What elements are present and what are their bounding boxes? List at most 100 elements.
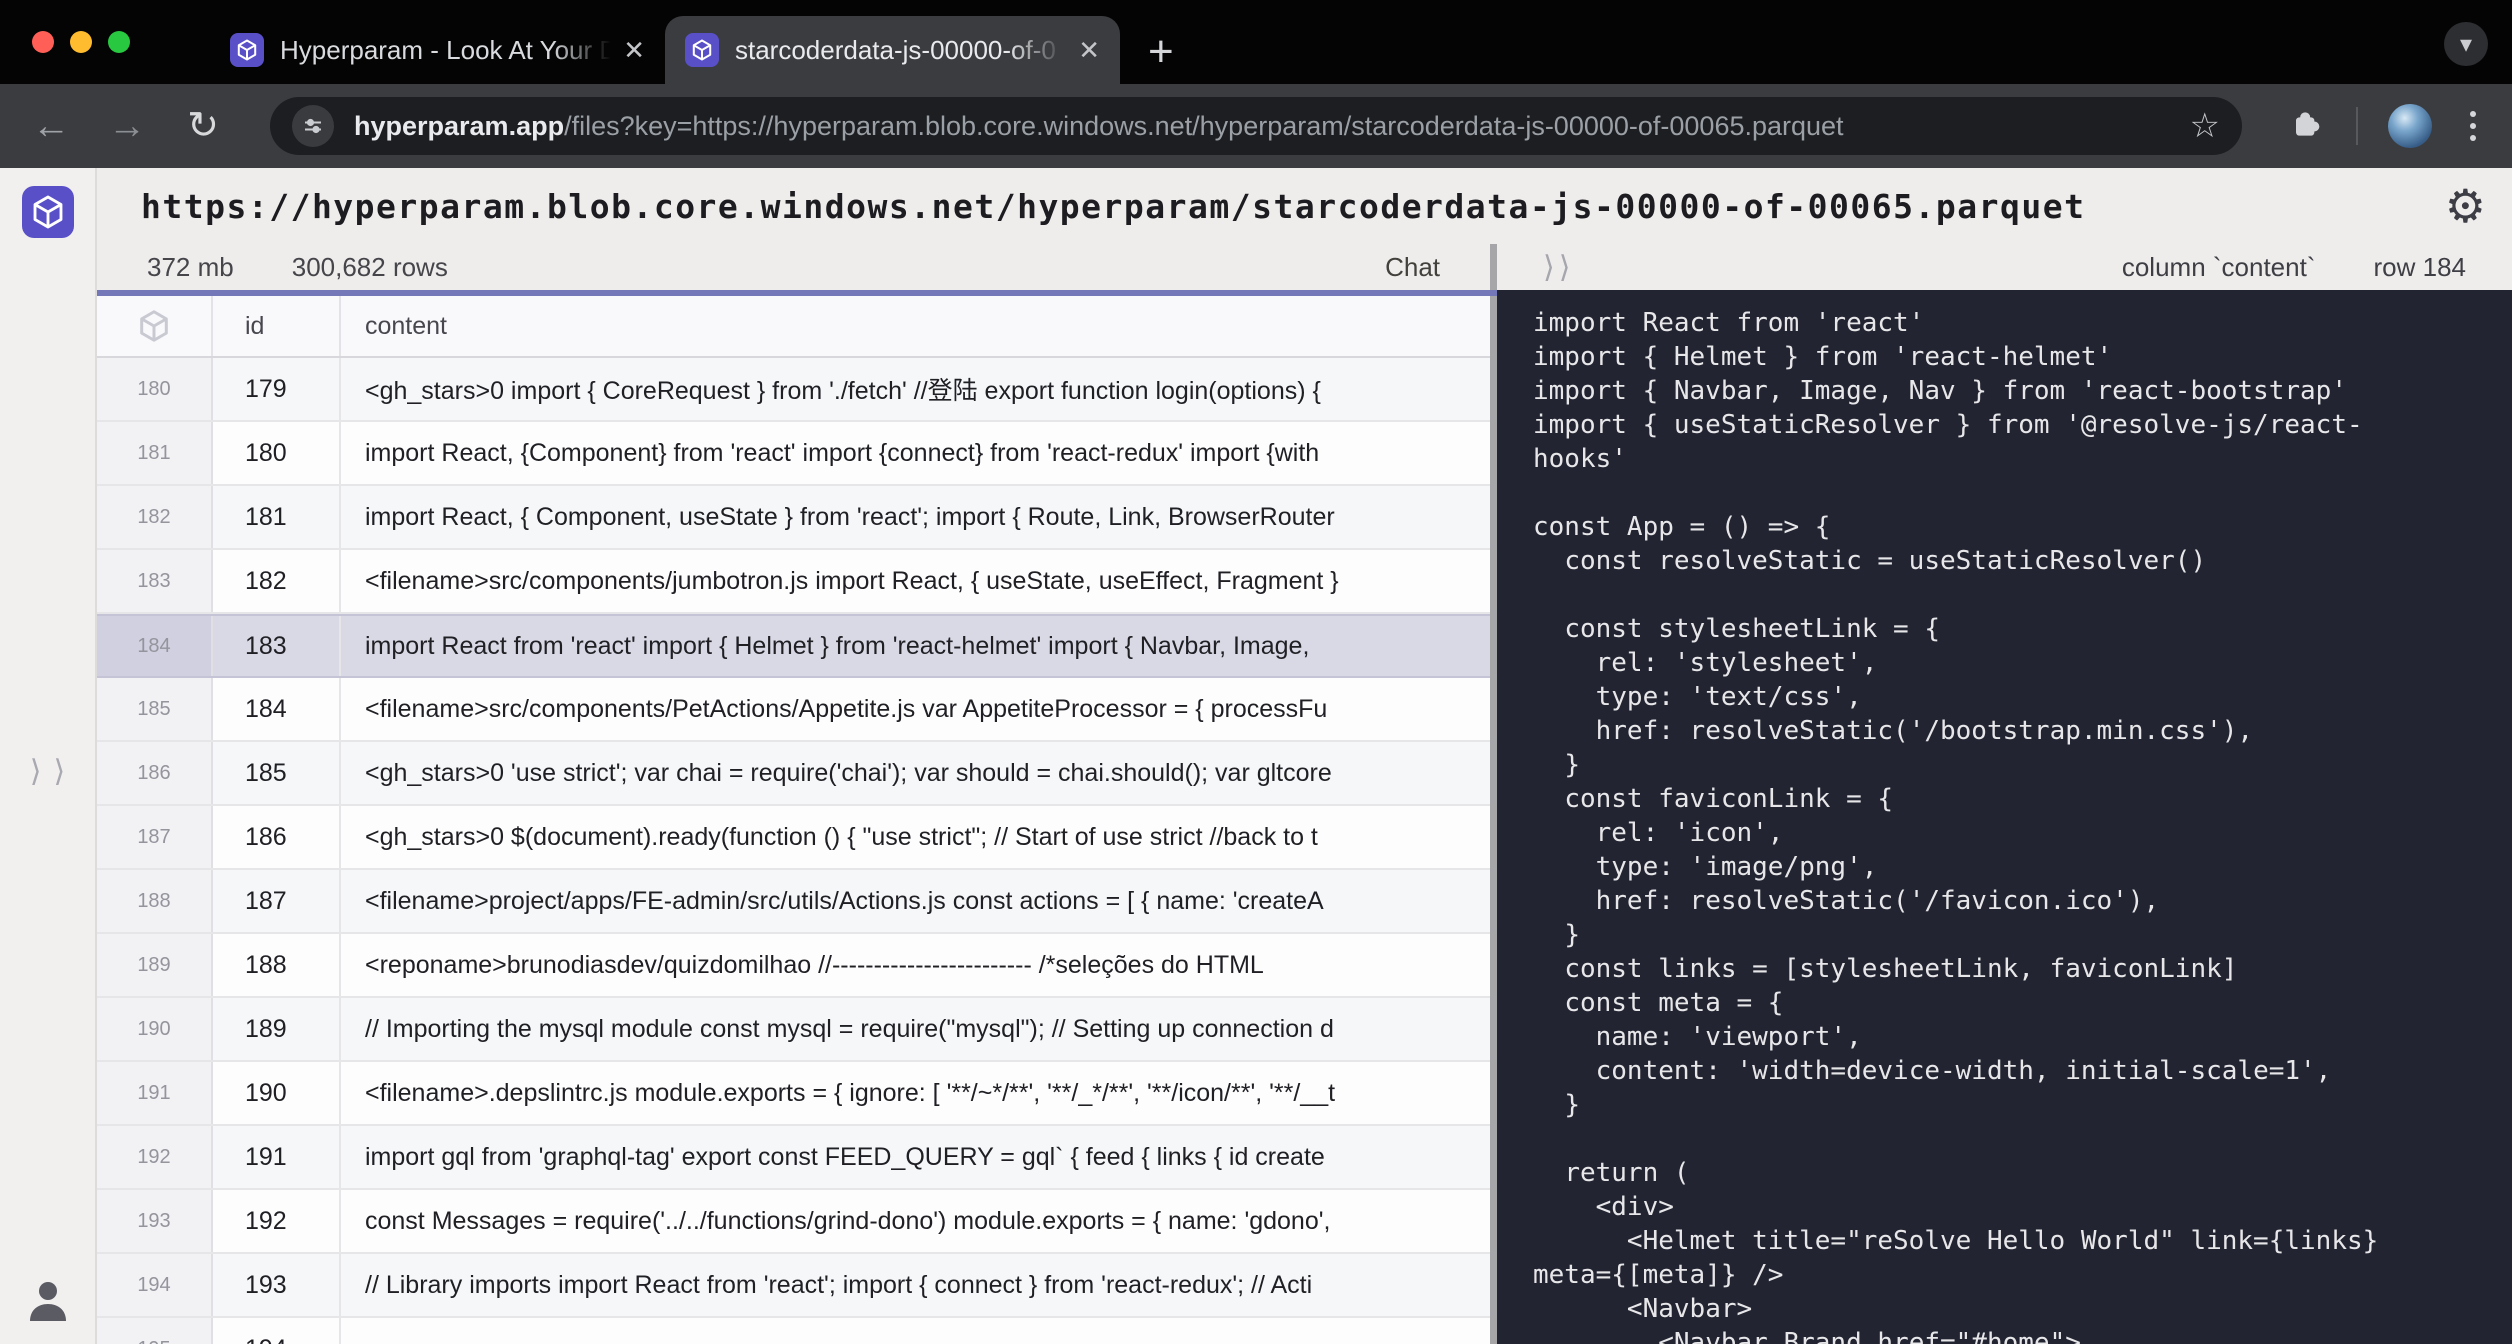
content-cell[interactable]: <filename>src/components/PetActions/Appe… [341, 678, 1490, 740]
corner-logo-cell[interactable] [97, 296, 213, 356]
chat-button[interactable]: Chat [1385, 252, 1440, 283]
id-cell[interactable]: 192 [213, 1190, 341, 1252]
row-number-cell[interactable]: 194 [97, 1254, 213, 1316]
content-cell[interactable]: <filename>project/apps/FE-admin/src/util… [341, 870, 1490, 932]
row-number-cell[interactable]: 190 [97, 998, 213, 1060]
user-account-icon[interactable] [26, 1281, 70, 1328]
table-row[interactable]: 185184<filename>src/components/PetAction… [97, 678, 1490, 742]
row-number-cell[interactable]: 181 [97, 422, 213, 484]
id-cell[interactable]: 183 [213, 616, 341, 676]
row-number-cell[interactable]: 186 [97, 742, 213, 804]
table-row[interactable]: 190189// Importing the mysql module cons… [97, 998, 1490, 1062]
id-cell[interactable]: 187 [213, 870, 341, 932]
table-row[interactable]: 188187<filename>project/apps/FE-admin/sr… [97, 870, 1490, 934]
table-row[interactable]: 194193// Library imports import React fr… [97, 1254, 1490, 1318]
table-row[interactable]: 180179<gh_stars>0 import { CoreRequest }… [97, 358, 1490, 422]
id-cell[interactable]: 181 [213, 486, 341, 548]
profile-avatar[interactable] [2388, 104, 2432, 148]
tab-starcoderdata-parquet[interactable]: starcoderdata-js-00000-of-0 ✕ [665, 16, 1120, 84]
tab-hyperparam-home[interactable]: Hyperparam - Look At Your D ✕ [210, 16, 665, 84]
row-number-cell[interactable]: 180 [97, 358, 213, 420]
table-row[interactable]: 195194 [97, 1318, 1490, 1344]
row-number-cell[interactable]: 191 [97, 1062, 213, 1124]
browser-toolbar: ← → ↻ hyperparam.app/files?key=https://h… [0, 84, 2512, 168]
content-cell[interactable]: <filename>.depslintrc.js module.exports … [341, 1062, 1490, 1124]
table-row[interactable]: 187186<gh_stars>0 $(document).ready(func… [97, 806, 1490, 870]
reload-button[interactable]: ↻ [180, 107, 226, 145]
content-cell[interactable]: <reponame>brunodiasdev/quizdomilhao //--… [341, 934, 1490, 996]
id-cell[interactable]: 188 [213, 934, 341, 996]
row-number-cell[interactable]: 187 [97, 806, 213, 868]
id-cell[interactable]: 185 [213, 742, 341, 804]
address-bar[interactable]: hyperparam.app/files?key=https://hyperpa… [270, 97, 2242, 155]
table-row[interactable]: 186185<gh_stars>0 'use strict'; var chai… [97, 742, 1490, 806]
table-row[interactable]: 193192const Messages = require('../../fu… [97, 1190, 1490, 1254]
close-tab-icon[interactable]: ✕ [1078, 35, 1100, 66]
row-number-cell[interactable]: 188 [97, 870, 213, 932]
id-cell[interactable]: 190 [213, 1062, 341, 1124]
site-settings-icon[interactable] [292, 105, 334, 147]
row-number-cell[interactable]: 195 [97, 1318, 213, 1344]
row-number-cell[interactable]: 183 [97, 550, 213, 612]
id-cell[interactable]: 186 [213, 806, 341, 868]
row-number-cell[interactable]: 189 [97, 934, 213, 996]
divider-accent [1490, 290, 1497, 296]
table-row[interactable]: 189188<reponame>brunodiasdev/quizdomilha… [97, 934, 1490, 998]
cell-content-viewer[interactable]: import React from 'react' import { Helme… [1497, 290, 2512, 1344]
browser-menu-button[interactable] [2462, 107, 2484, 145]
table-row[interactable]: 182181import React, { Component, useStat… [97, 486, 1490, 550]
bookmark-star-icon[interactable]: ☆ [2190, 106, 2220, 146]
id-cell[interactable]: 182 [213, 550, 341, 612]
column-header-content[interactable]: content [341, 296, 1490, 356]
content-cell[interactable]: <filename>src/components/jumbotron.js im… [341, 550, 1490, 612]
row-number-cell[interactable]: 193 [97, 1190, 213, 1252]
content-cell[interactable]: import React from 'react' import { Helme… [341, 616, 1490, 676]
row-number-cell[interactable]: 182 [97, 486, 213, 548]
id-cell[interactable]: 179 [213, 358, 341, 420]
close-tab-icon[interactable]: ✕ [623, 35, 645, 66]
forward-button[interactable]: → [104, 107, 150, 145]
id-cell[interactable]: 194 [213, 1318, 341, 1344]
back-button[interactable]: ← [28, 107, 74, 145]
table-row[interactable]: 181180import React, {Component} from 're… [97, 422, 1490, 486]
content-cell[interactable]: <gh_stars>0 'use strict'; var chai = req… [341, 742, 1490, 804]
sidebar-collapse-button[interactable]: ⟩⟩ [0, 754, 95, 789]
table-row[interactable]: 184183import React from 'react' import {… [97, 614, 1490, 678]
table-row[interactable]: 183182<filename>src/components/jumbotron… [97, 550, 1490, 614]
id-cell[interactable]: 193 [213, 1254, 341, 1316]
new-tab-button[interactable]: + [1148, 30, 1174, 74]
row-number-cell[interactable]: 184 [97, 616, 213, 676]
content-cell[interactable]: // Library imports import React from 're… [341, 1254, 1490, 1316]
content-cell[interactable]: import gql from 'graphql-tag' export con… [341, 1126, 1490, 1188]
close-window-button[interactable] [32, 31, 54, 53]
id-cell[interactable]: 184 [213, 678, 341, 740]
content-cell[interactable]: const Messages = require('../../function… [341, 1190, 1490, 1252]
table-row[interactable]: 192191import gql from 'graphql-tag' expo… [97, 1126, 1490, 1190]
content-cell[interactable]: <gh_stars>0 import { CoreRequest } from … [341, 358, 1490, 420]
content-cell[interactable]: // Importing the mysql module const mysq… [341, 998, 1490, 1060]
content-cell[interactable]: import React, {Component} from 'react' i… [341, 422, 1490, 484]
extensions-icon[interactable] [2286, 104, 2326, 149]
pane-divider[interactable] [1490, 244, 1497, 1344]
row-number-cell[interactable]: 185 [97, 678, 213, 740]
tab-strip: Hyperparam - Look At Your D ✕ starcoderd… [0, 0, 2512, 84]
table-row[interactable]: 191190<filename>.depslintrc.js module.ex… [97, 1062, 1490, 1126]
gear-icon[interactable]: ⚙ [2445, 183, 2486, 229]
row-number-cell[interactable]: 192 [97, 1126, 213, 1188]
file-url-title: https://hyperparam.blob.core.windows.net… [141, 187, 2431, 226]
id-cell[interactable]: 180 [213, 422, 341, 484]
content-cell[interactable]: import React, { Component, useState } fr… [341, 486, 1490, 548]
minimize-window-button[interactable] [70, 31, 92, 53]
table-body: 180179<gh_stars>0 import { CoreRequest }… [97, 358, 1490, 1344]
content-cell[interactable]: <gh_stars>0 $(document).ready(function (… [341, 806, 1490, 868]
tab-title: starcoderdata-js-00000-of-0 [735, 35, 1066, 66]
id-cell[interactable]: 191 [213, 1126, 341, 1188]
collapse-panel-button[interactable]: ⟩⟩ [1543, 250, 1574, 285]
cube-icon [136, 308, 172, 344]
id-cell[interactable]: 189 [213, 998, 341, 1060]
column-header-id[interactable]: id [213, 296, 341, 356]
hyperparam-logo[interactable] [22, 186, 74, 238]
maximize-window-button[interactable] [108, 31, 130, 53]
content-cell[interactable] [341, 1318, 1490, 1344]
tab-search-button[interactable]: ▾ [2444, 22, 2488, 66]
